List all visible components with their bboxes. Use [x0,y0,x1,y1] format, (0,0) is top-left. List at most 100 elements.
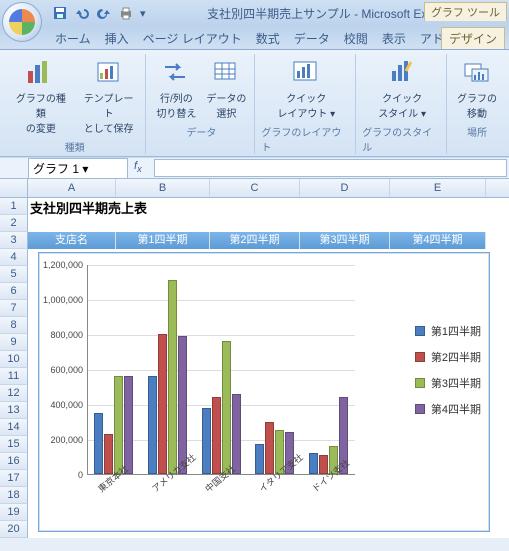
chart-bar [222,341,231,474]
select-all-corner[interactable] [0,179,28,197]
switch-icon [160,56,192,88]
row-header-4[interactable]: 4 [0,249,28,266]
table-header-cell: 第4四半期 [390,232,486,249]
quick-style-icon [386,56,418,88]
row-headers: 1234567891011121314151617181920 [0,198,28,538]
table-header-row: 支店名第1四半期第2四半期第3四半期第4四半期 [28,232,486,249]
col-header-B[interactable]: B [116,179,210,197]
office-button[interactable] [2,2,42,42]
office-logo-icon [9,9,35,35]
row-header-12[interactable]: 12 [0,385,28,402]
contextual-tab-label: グラフ ツール [424,2,507,21]
table-header-cell: 第2四半期 [210,232,300,249]
row-header-13[interactable]: 13 [0,402,28,419]
row-header-14[interactable]: 14 [0,419,28,436]
save-template-button[interactable]: テンプレート として保存 [76,54,142,137]
legend-item: 第1四半期 [415,323,481,339]
tab-home[interactable]: ホーム [48,28,98,49]
chart-bar [309,453,318,474]
row-header-20[interactable]: 20 [0,521,28,538]
group-label-style: グラフのスタイル [362,124,442,154]
chart-bar [114,376,123,474]
chart-type-icon [25,56,57,88]
col-header-E[interactable]: E [390,179,486,197]
group-location: グラフの 移動 場所 [449,54,505,154]
save-icon[interactable] [52,5,68,21]
redo-icon[interactable] [96,5,112,21]
tab-review[interactable]: 校閲 [337,28,375,49]
col-header-C[interactable]: C [210,179,300,197]
tab-view[interactable]: 表示 [375,28,413,49]
group-label-data: データ [186,124,216,139]
move-chart-icon [461,56,493,88]
row-header-19[interactable]: 19 [0,504,28,521]
group-label-layout: グラフのレイアウト [261,124,351,154]
row-header-1[interactable]: 1 [0,198,28,215]
select-data-button[interactable]: データの 選択 [202,54,250,122]
chart-y-axis-labels: 0200,000400,000600,000800,0001,000,0001,… [41,261,85,479]
column-headers: ABCDE [0,179,509,198]
tab-pagelayout[interactable]: ページ レイアウト [136,28,249,49]
row-header-15[interactable]: 15 [0,436,28,453]
group-type: グラフの種類 の変更 テンプレート として保存 種類 [4,54,146,154]
undo-icon[interactable] [74,5,90,21]
row-header-16[interactable]: 16 [0,453,28,470]
tab-formulas[interactable]: 数式 [249,28,287,49]
group-layout: クイック レイアウト ▾ グラフのレイアウト [257,54,356,154]
quick-layout-button[interactable]: クイック レイアウト ▾ [274,54,338,122]
chart-plot-area [87,265,355,475]
row-header-18[interactable]: 18 [0,487,28,504]
chart-bar [255,444,264,474]
row-header-8[interactable]: 8 [0,317,28,334]
switch-row-col-button[interactable]: 行/列の 切り替え [152,54,200,122]
row-header-9[interactable]: 9 [0,334,28,351]
quickprint-icon[interactable] [118,5,134,21]
formula-bar[interactable] [154,159,507,177]
row-header-7[interactable]: 7 [0,300,28,317]
template-icon [93,56,125,88]
formula-bar-row: グラフ 1 ▾ fx [0,157,509,179]
chart-bar [202,408,211,475]
tab-insert[interactable]: 挿入 [98,28,136,49]
row-header-10[interactable]: 10 [0,351,28,368]
fx-icon[interactable]: fx [134,160,150,176]
group-label-loc: 場所 [467,124,487,139]
move-chart-button[interactable]: グラフの 移動 [453,54,501,122]
chart-legend: 第1四半期第2四半期第3四半期第4四半期 [415,323,481,427]
cell-area[interactable]: 支社別四半期売上表 支店名第1四半期第2四半期第3四半期第4四半期 0200,0… [28,198,509,538]
table-header-cell: 第1四半期 [116,232,210,249]
chart-bar [232,394,241,475]
row-header-11[interactable]: 11 [0,368,28,385]
change-chart-type-button[interactable]: グラフの種類 の変更 [8,54,74,137]
quick-access-toolbar: ▾ [52,5,146,21]
ribbon-tabs: ホーム 挿入 ページ レイアウト 数式 データ 校閲 表示 アドイン デザイン [0,26,509,50]
title-bar: ▾ 支社別四半期売上サンプル - Microsoft Exc... グラフ ツー… [0,0,509,26]
tab-design[interactable]: デザイン [441,27,505,49]
legend-item: 第2四半期 [415,349,481,365]
quick-layout-icon [290,56,322,88]
col-header-D[interactable]: D [300,179,390,197]
chart-bar [124,376,133,474]
chart-bar [168,280,177,474]
row-header-3[interactable]: 3 [0,232,28,249]
quick-style-button[interactable]: クイック スタイル ▾ [375,54,429,122]
col-header-A[interactable]: A [28,179,116,197]
group-style: クイック スタイル ▾ グラフのスタイル [358,54,447,154]
table-header-cell: 支店名 [28,232,116,249]
row-header-2[interactable]: 2 [0,215,28,232]
row-header-5[interactable]: 5 [0,266,28,283]
table-header-cell: 第3四半期 [300,232,390,249]
tab-data[interactable]: データ [287,28,337,49]
legend-item: 第3四半期 [415,375,481,391]
ribbon: グラフの種類 の変更 テンプレート として保存 種類 行/列の 切り替え データ… [0,50,509,157]
chart-x-axis-labels: 東京本社アメリカ支社中国支社イタリア支社ドイツ支社 [87,479,355,523]
embedded-chart[interactable]: 0200,000400,000600,000800,0001,000,0001,… [38,252,490,532]
row-header-6[interactable]: 6 [0,283,28,300]
row-header-17[interactable]: 17 [0,470,28,487]
chart-bar [158,334,167,474]
worksheet: ABCDE 1234567891011121314151617181920 支社… [0,179,509,538]
chart-bar [104,434,113,474]
chart-bar [94,413,103,474]
name-box[interactable]: グラフ 1 ▾ [28,158,128,179]
legend-item: 第4四半期 [415,401,481,417]
